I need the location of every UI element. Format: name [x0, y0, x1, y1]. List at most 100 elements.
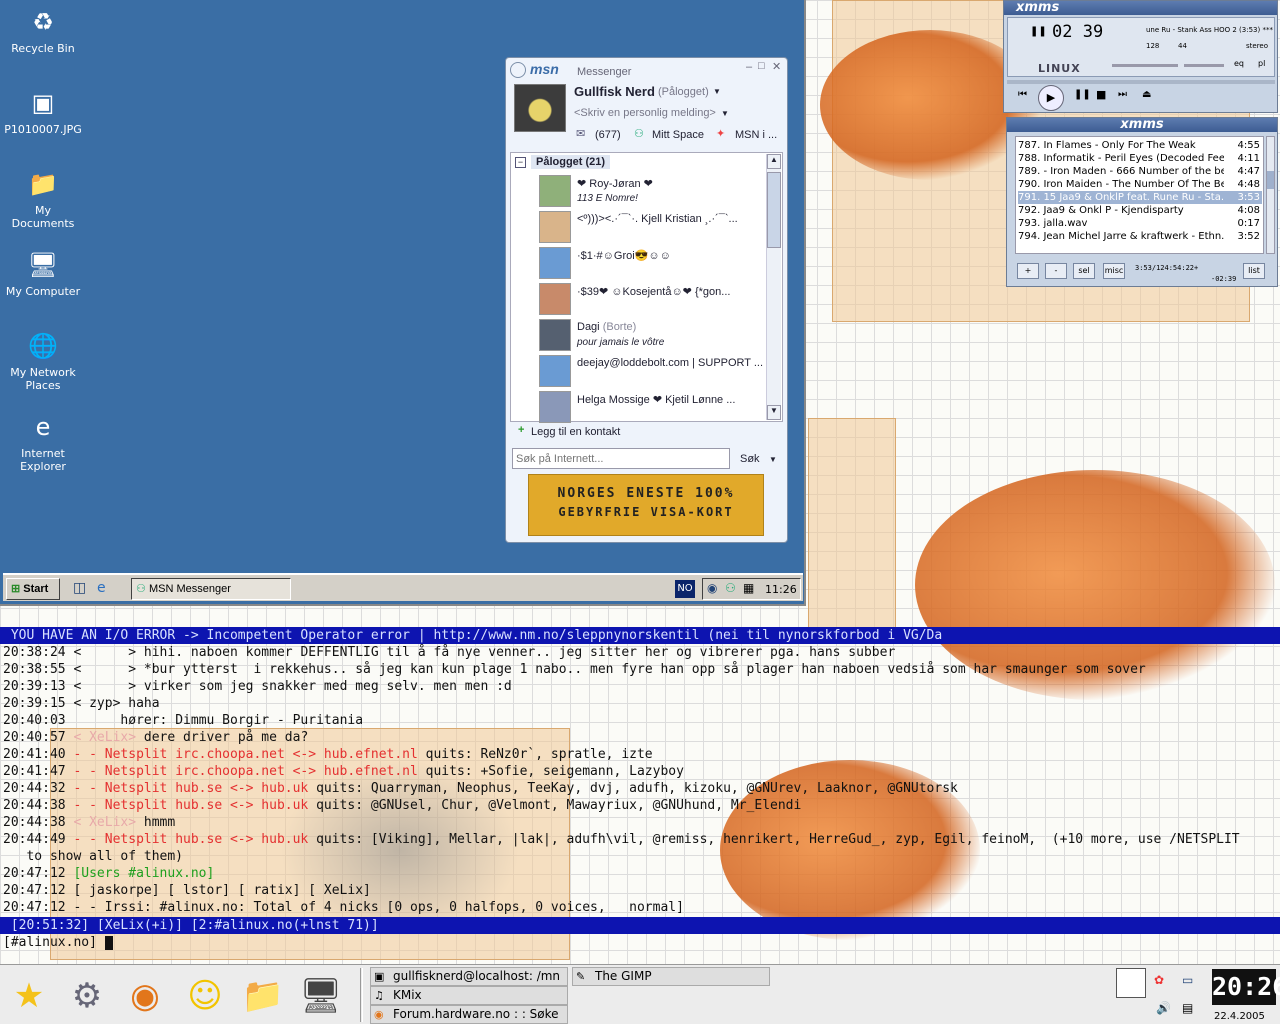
previous-icon[interactable]: ⏮	[1018, 89, 1027, 100]
pl-toggle[interactable]: pl	[1258, 59, 1265, 68]
kde-clock[interactable]: 20:26	[1212, 969, 1280, 1005]
msn-menu-icon[interactable]	[510, 62, 526, 78]
xmms-main-window[interactable]: xmms ❚❚ 02 39 une Ru - Stank Ass HOO 2 (…	[1003, 0, 1278, 113]
stop-icon[interactable]: ■	[1096, 88, 1106, 101]
firefox-icon[interactable]: ◉	[120, 971, 170, 1021]
playlist-button[interactable]: +	[1017, 263, 1039, 279]
show-desktop-icon[interactable]: ◫	[73, 580, 86, 596]
scroll-down-button[interactable]: ▼	[767, 405, 781, 420]
xmms-playlist-window[interactable]: xmms 787. In Flames - Only For The Weak 4…	[1006, 117, 1278, 287]
contact-item[interactable]: <º)))><.·´¯`·. Kjell Kristian ¸.·´¯`...	[535, 209, 767, 245]
contact-item[interactable]: ·$39❤ ☺Kosejentå☺❤ {*gon...	[535, 281, 767, 317]
eject-icon[interactable]: ⏏	[1142, 89, 1151, 100]
eq-toggle[interactable]: eq	[1234, 59, 1244, 68]
scroll-thumb[interactable]	[767, 172, 781, 248]
desktop-icon-network[interactable]: 🌐 My Network Places	[3, 329, 83, 392]
desktop-icon-image-file[interactable]: ▣ P1010007.JPG	[3, 86, 83, 136]
tray-clipboard-icon[interactable]: ▤	[1182, 1001, 1193, 1015]
kopete-icon[interactable]: ☺	[180, 971, 230, 1021]
playlist-button[interactable]: -	[1045, 263, 1067, 279]
desktop-icon-recycle-bin[interactable]: ♻ Recycle Bin	[3, 5, 83, 55]
tray-network-icon[interactable]: ✿	[1154, 973, 1164, 987]
playlist-title[interactable]: xmms	[1007, 118, 1277, 132]
seek-bar[interactable]	[1007, 80, 1275, 84]
xmms-time[interactable]: 02 39	[1052, 22, 1103, 42]
msn-today-link[interactable]: MSN i ...	[735, 129, 777, 141]
volume-icon[interactable]: 🔊	[1156, 1001, 1171, 1015]
play-button[interactable]: ▶	[1038, 85, 1064, 111]
playlist-entry[interactable]: 794. Jean Michel Jarre & kraftwerk - Eth…	[1018, 230, 1262, 243]
user-status[interactable]: (Pålogget)	[658, 86, 709, 98]
minimize-button[interactable]: ‒	[746, 61, 752, 73]
contact-item[interactable]: deejay@loddebolt.com | SUPPORT ...	[535, 353, 767, 389]
msn-messenger-window[interactable]: msn Messenger ‒ □ ✕ Gullfisk Nerd (Pålog…	[505, 57, 788, 543]
volume-slider[interactable]	[1112, 64, 1178, 67]
task-kmix[interactable]: ♫ KMix	[370, 986, 568, 1005]
playlist-entry[interactable]: 791. 15 Jaa9 & OnklP feat. Rune Ru - Sta…	[1018, 191, 1262, 204]
tray-monitor-icon[interactable]: ▭	[1182, 973, 1193, 987]
xmms-title[interactable]: xmms	[1004, 1, 1277, 15]
terminal-icon[interactable]: 🖥	[296, 971, 346, 1021]
desktop-icon-internet-explorer[interactable]: e Internet Explorer	[3, 410, 83, 473]
group-header[interactable]: Pålogget (21)	[531, 155, 611, 169]
irssi-terminal[interactable]: YOU HAVE AN I/O ERROR -> Incompetent Ope…	[0, 627, 1280, 960]
playlist-entry[interactable]: 788. Informatik - Peril Eyes (Decoded Fe…	[1018, 152, 1262, 165]
mail-icon[interactable]: ✉	[576, 127, 585, 140]
web-search-input[interactable]	[512, 448, 730, 469]
playlist-entry[interactable]: 790. Iron Maiden - The Number Of The Be.…	[1018, 178, 1262, 191]
user-avatar[interactable]	[514, 84, 566, 132]
space-link[interactable]: Mitt Space	[652, 129, 704, 141]
playlist-entry[interactable]: 789. - Iron Maden - 666 Number of the be…	[1018, 165, 1262, 178]
group-collapse-button[interactable]: −	[515, 157, 526, 168]
next-icon[interactable]: ⏭	[1118, 89, 1127, 100]
playlist-entry[interactable]: 793. jalla.wav 0:17	[1018, 217, 1262, 230]
contact-item[interactable]: ·$1·#☺Groi😎☺☺	[535, 245, 767, 281]
kde-menu-star-icon[interactable]: ★	[4, 971, 54, 1021]
playlist[interactable]: 787. In Flames - Only For The Weak 4:55 78…	[1015, 136, 1264, 254]
desktop-icon-folder-documents[interactable]: 📁 My Documents	[3, 167, 83, 230]
task-terminal[interactable]: ▣ gullfisknerd@localhost: /mn	[370, 967, 568, 986]
contact-item[interactable]: Dagi (Borte) pour jamais le vôtre	[535, 317, 767, 353]
playlist-entry[interactable]: 787. In Flames - Only For The Weak 4:55	[1018, 139, 1262, 152]
mail-count[interactable]: (677)	[595, 129, 621, 141]
scroll-up-button[interactable]: ▲	[767, 154, 781, 169]
playlist-button[interactable]: misc	[1103, 263, 1125, 279]
maximize-button[interactable]: □	[758, 60, 765, 72]
task-gimp[interactable]: ✎ The GIMP	[572, 967, 770, 986]
contact-item[interactable]: Helga Mossige ❤ Kjetil Lønne ...	[535, 389, 767, 425]
add-contact-icon[interactable]: +	[518, 424, 524, 436]
playlist-button[interactable]: sel all	[1073, 263, 1095, 279]
tray-monitor-icon[interactable]: ▦	[743, 581, 754, 595]
playlist-scrollbar[interactable]	[1266, 136, 1275, 254]
visa-ad-banner[interactable]: Norges eneste 100% gebyrfrie VISA-kort	[528, 474, 764, 536]
start-button[interactable]: ⊞ Start	[6, 578, 60, 600]
vm-desktop-window[interactable]: ♻ Recycle Bin ▣ P1010007.JPG 📁 My Documents 🖥 M…	[0, 0, 806, 606]
chevron-down-icon[interactable]: ▼	[721, 109, 729, 118]
contact-list-scrollbar[interactable]: ▲ ▼	[766, 154, 781, 420]
space-icon[interactable]: ⚇	[634, 127, 644, 140]
playlist-button[interactable]: list	[1243, 263, 1265, 279]
search-button[interactable]: Søk	[740, 453, 760, 465]
input-line[interactable]: [#alinux.no]	[3, 934, 113, 951]
tray-network-icon[interactable]: ◉	[707, 581, 717, 595]
balance-slider[interactable]	[1184, 64, 1224, 67]
desktop-icon-computer[interactable]: 🖥 My Computer	[3, 248, 83, 298]
add-contact-link[interactable]: Legg til en kontakt	[531, 426, 620, 438]
tray-msn-icon[interactable]: ⚇	[725, 581, 736, 595]
chevron-down-icon[interactable]: ▼	[769, 455, 777, 464]
taskbar-msn-messenger[interactable]: ⚇ MSN Messenger	[131, 578, 291, 600]
contact-list[interactable]: − Pålogget (21) ❤ Roy-Jøran ❤ 113 E Nomre…	[510, 152, 783, 425]
internet-explorer-icon[interactable]: e	[97, 580, 106, 596]
pager-desktop[interactable]	[1116, 968, 1146, 998]
playlist-entry[interactable]: 792. Jaa9 & Onkl P - Kjendisparty 4:08	[1018, 204, 1262, 217]
user-display-name[interactable]: Gullfisk Nerd	[574, 84, 655, 99]
personal-message-field[interactable]: <Skriv en personlig melding>	[574, 107, 716, 119]
contact-item[interactable]: ❤ Roy-Jøran ❤ 113 E Nomre!	[535, 173, 767, 209]
file-manager-folder-icon[interactable]: 📁	[238, 971, 288, 1021]
task-firefox[interactable]: ◉ Forum.hardware.no : : Søke	[370, 1005, 568, 1024]
pause-icon[interactable]: ❚❚	[1074, 89, 1091, 100]
close-button[interactable]: ✕	[772, 60, 781, 73]
language-indicator[interactable]: NO	[675, 580, 695, 598]
kde-control-center-icon[interactable]: ⚙	[62, 971, 112, 1021]
chevron-down-icon[interactable]: ▼	[713, 87, 721, 96]
